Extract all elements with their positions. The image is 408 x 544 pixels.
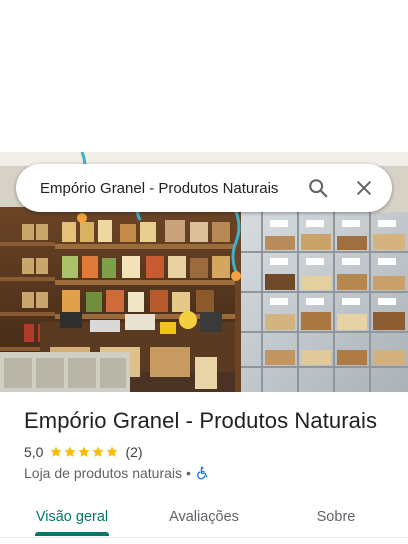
tab-about[interactable]: Sobre xyxy=(286,498,386,536)
place-category: Loja de produtos naturais xyxy=(24,465,182,481)
rating-row[interactable]: 5,0 (2) xyxy=(24,444,143,460)
star-icon xyxy=(78,446,91,457)
star-icon xyxy=(92,446,105,457)
star-rating xyxy=(49,445,119,459)
star-icon xyxy=(64,446,77,457)
star-icon xyxy=(106,446,119,457)
wheelchair-icon xyxy=(197,466,208,480)
separator-dot: • xyxy=(186,465,191,481)
search-icon xyxy=(309,179,328,198)
star-icon xyxy=(50,446,63,457)
rating-value: 5,0 xyxy=(24,444,44,460)
close-icon xyxy=(357,181,371,195)
search-bar[interactable]: Empório Granel - Produtos Naturais xyxy=(16,164,392,212)
place-title: Empório Granel - Produtos Naturais xyxy=(24,408,378,433)
category-row: Loja de produtos naturais • xyxy=(24,465,209,481)
tab-reviews[interactable]: Avaliações xyxy=(154,498,254,536)
tab-overview[interactable]: Visão geral xyxy=(22,498,122,536)
search-button[interactable] xyxy=(304,174,332,202)
review-count[interactable]: (2) xyxy=(125,444,142,460)
place-tabs: Visão geral Avaliações Sobre xyxy=(0,498,408,538)
active-tab-indicator xyxy=(35,532,109,536)
search-input[interactable]: Empório Granel - Produtos Naturais xyxy=(40,180,286,197)
clear-search-button[interactable] xyxy=(350,174,378,202)
